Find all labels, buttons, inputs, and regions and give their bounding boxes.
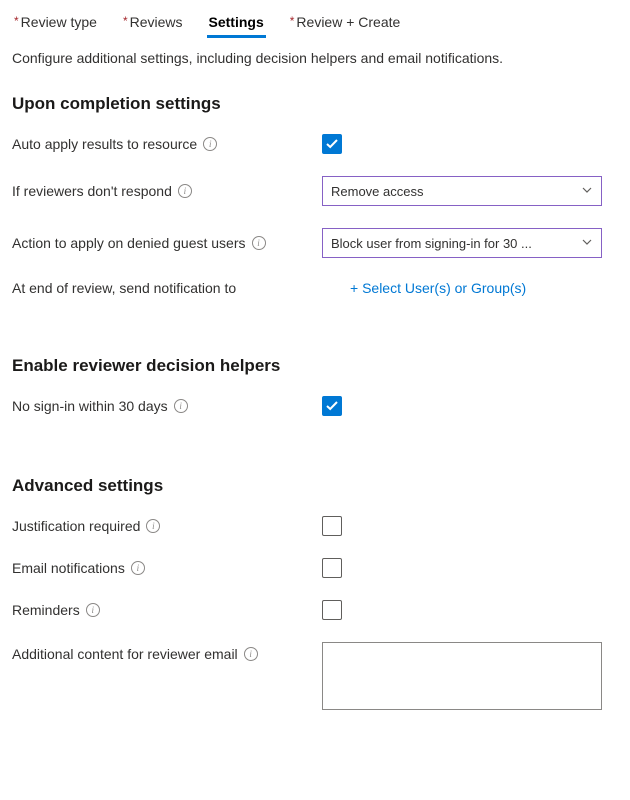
label-denied-guest: Action to apply on denied guest users bbox=[12, 235, 246, 251]
label-email-notif: Email notifications bbox=[12, 560, 125, 576]
label-no-signin: No sign-in within 30 days bbox=[12, 398, 168, 414]
section-advanced-title: Advanced settings bbox=[12, 476, 630, 496]
checkbox-no-signin[interactable] bbox=[322, 396, 342, 416]
info-icon[interactable]: i bbox=[178, 184, 192, 198]
label-no-respond: If reviewers don't respond bbox=[12, 183, 172, 199]
section-completion-title: Upon completion settings bbox=[12, 94, 630, 114]
select-users-link[interactable]: + Select User(s) or Group(s) bbox=[350, 280, 526, 296]
select-denied-guest[interactable]: Block user from signing-in for 30 ... bbox=[322, 228, 602, 258]
info-icon[interactable]: i bbox=[252, 236, 266, 250]
tab-bar: *Review type *Reviews Settings *Review +… bbox=[12, 8, 630, 38]
select-no-respond-value: Remove access bbox=[331, 184, 423, 199]
label-justification: Justification required bbox=[12, 518, 140, 534]
checkbox-justification[interactable] bbox=[322, 516, 342, 536]
intro-text: Configure additional settings, including… bbox=[12, 50, 630, 66]
textarea-additional-content[interactable] bbox=[322, 642, 602, 710]
tab-reviews[interactable]: *Reviews bbox=[121, 8, 185, 38]
checkbox-reminders[interactable] bbox=[322, 600, 342, 620]
tab-review-create[interactable]: *Review + Create bbox=[288, 8, 403, 38]
label-reminders: Reminders bbox=[12, 602, 80, 618]
checkbox-email-notif[interactable] bbox=[322, 558, 342, 578]
tab-review-type[interactable]: *Review type bbox=[12, 8, 99, 38]
chevron-down-icon bbox=[581, 184, 593, 199]
info-icon[interactable]: i bbox=[203, 137, 217, 151]
select-no-respond[interactable]: Remove access bbox=[322, 176, 602, 206]
label-additional-content: Additional content for reviewer email bbox=[12, 646, 238, 662]
info-icon[interactable]: i bbox=[131, 561, 145, 575]
info-icon[interactable]: i bbox=[174, 399, 188, 413]
info-icon[interactable]: i bbox=[146, 519, 160, 533]
section-helpers-title: Enable reviewer decision helpers bbox=[12, 356, 630, 376]
info-icon[interactable]: i bbox=[86, 603, 100, 617]
chevron-down-icon bbox=[581, 236, 593, 251]
tab-settings[interactable]: Settings bbox=[207, 8, 266, 38]
label-auto-apply: Auto apply results to resource bbox=[12, 136, 197, 152]
select-denied-guest-value: Block user from signing-in for 30 ... bbox=[331, 236, 532, 251]
checkbox-auto-apply[interactable] bbox=[322, 134, 342, 154]
info-icon[interactable]: i bbox=[244, 647, 258, 661]
label-end-notify: At end of review, send notification to bbox=[12, 280, 236, 296]
